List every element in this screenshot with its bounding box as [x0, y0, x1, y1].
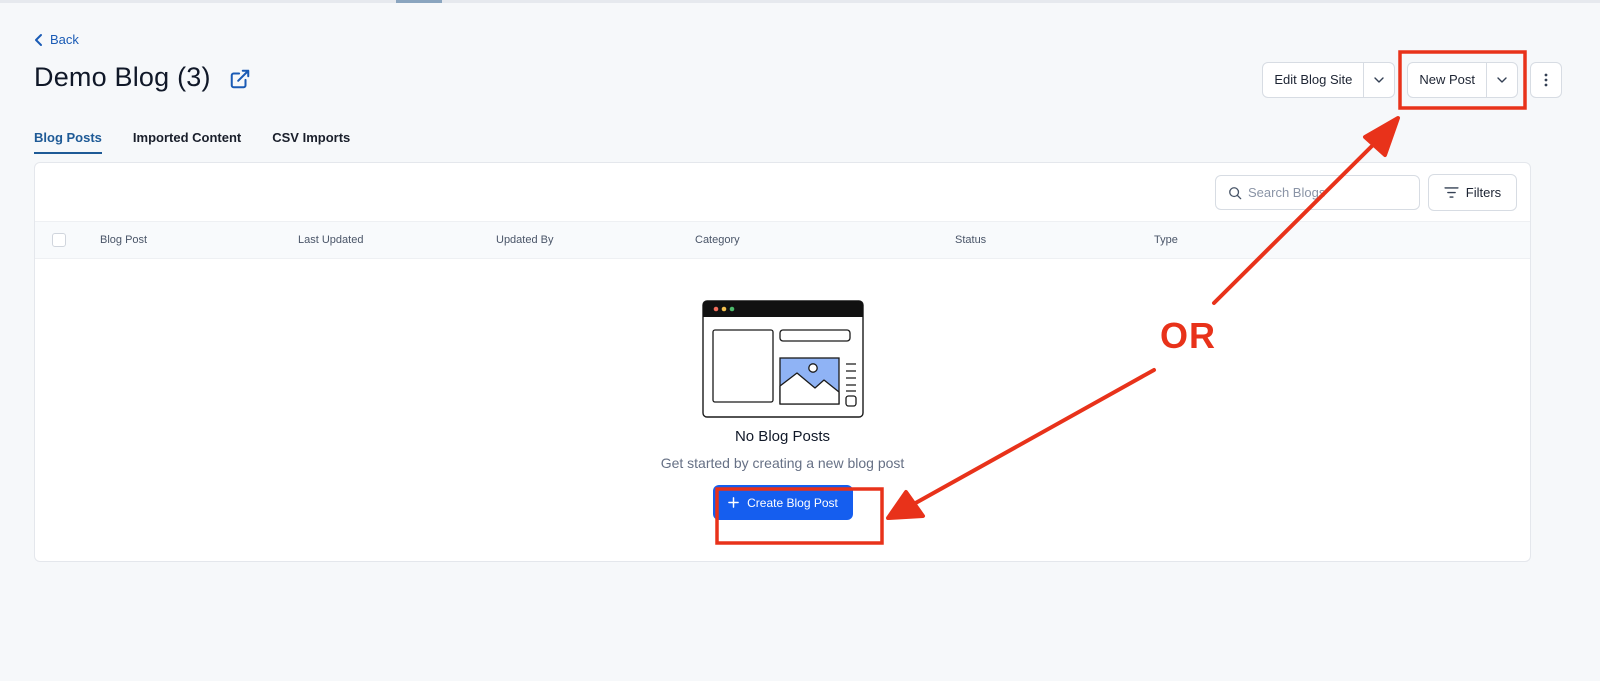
tab-csv-imports[interactable]: CSV Imports	[272, 130, 350, 154]
empty-state-title: No Blog Posts	[734, 428, 831, 445]
column-header-category[interactable]: Category	[695, 234, 740, 246]
top-tab-indicator	[396, 0, 442, 3]
blog-title: Demo Blog (3)	[34, 62, 211, 92]
search-icon	[1229, 186, 1242, 199]
search-box	[1215, 175, 1420, 210]
more-vertical-icon	[1544, 73, 1548, 87]
table-header: Blog Post Last Updated Updated By Catego…	[35, 221, 1530, 259]
new-post-button[interactable]: New Post	[1408, 63, 1486, 97]
tab-bar: Blog Posts Imported Content CSV Imports	[34, 130, 350, 154]
external-link-icon[interactable]	[229, 68, 251, 90]
create-blog-post-label: Create Blog Post	[747, 495, 838, 510]
edit-blog-site-button[interactable]: Edit Blog Site	[1263, 63, 1363, 97]
more-options-button[interactable]	[1530, 62, 1562, 98]
chevron-left-icon	[35, 33, 42, 46]
column-header-blog-post[interactable]: Blog Post	[100, 234, 147, 246]
header-actions: Edit Blog Site New Post	[1262, 62, 1562, 98]
top-divider	[0, 0, 1600, 3]
tab-imported-content[interactable]: Imported Content	[133, 130, 241, 154]
filters-label: Filters	[1465, 185, 1502, 200]
filter-icon	[1444, 187, 1459, 198]
page-title: Demo Blog (3)	[34, 62, 251, 93]
arrowhead-new-post	[1363, 116, 1400, 157]
chevron-down-icon	[1497, 77, 1507, 83]
create-blog-post-button[interactable]: Create Blog Post	[713, 485, 853, 520]
chevron-down-icon	[1374, 77, 1385, 83]
new-post-dropdown[interactable]	[1486, 63, 1517, 97]
select-all-checkbox[interactable]	[52, 233, 66, 247]
edit-blog-site-dropdown[interactable]	[1363, 63, 1394, 97]
back-label: Back	[50, 32, 79, 47]
new-post-split-button: New Post	[1407, 62, 1518, 98]
back-link[interactable]: Back	[34, 32, 79, 47]
column-header-updated-by[interactable]: Updated By	[496, 234, 553, 246]
filters-button[interactable]: Filters	[1428, 174, 1517, 211]
column-header-status[interactable]: Status	[955, 234, 986, 246]
or-annotation-label: OR	[1160, 315, 1216, 356]
blog-posts-card: Filters Blog Post Last Updated Updated B…	[34, 162, 1531, 562]
tab-blog-posts[interactable]: Blog Posts	[34, 130, 102, 154]
empty-state-illustration	[702, 300, 864, 418]
column-header-last-updated[interactable]: Last Updated	[298, 234, 363, 246]
search-input[interactable]	[1248, 185, 1418, 200]
plus-icon	[728, 497, 739, 508]
edit-blog-site-split-button: Edit Blog Site	[1262, 62, 1396, 98]
column-header-type[interactable]: Type	[1154, 234, 1178, 246]
empty-state-subtitle: Get started by creating a new blog post	[660, 455, 905, 471]
